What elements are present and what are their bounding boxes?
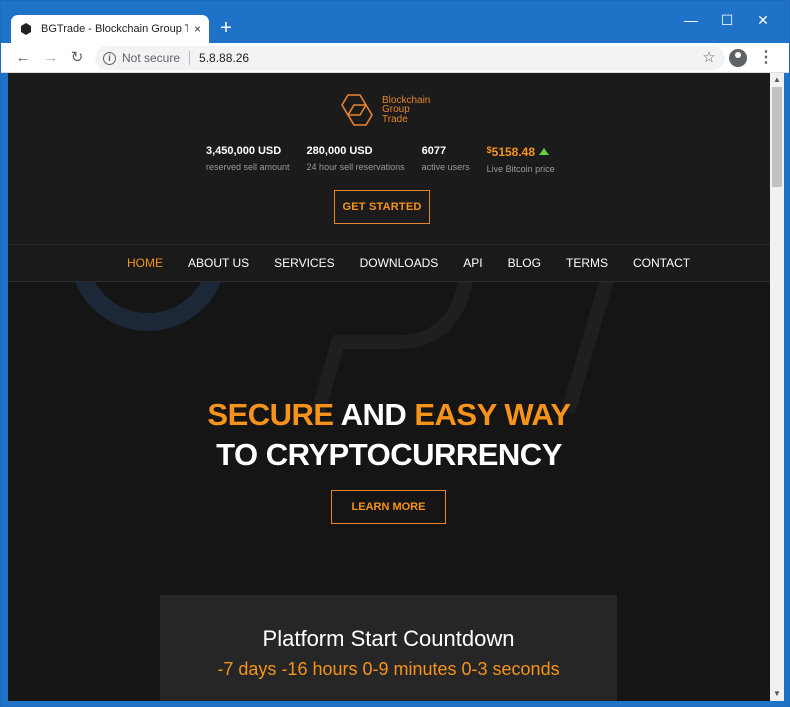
address-separator [189, 51, 191, 65]
hero-headline-line1: SECURE AND EASY WAY [8, 397, 770, 433]
new-tab-button[interactable]: + [215, 16, 237, 40]
stat-label: Live Bitcoin price [486, 164, 555, 174]
security-label: Not secure [122, 51, 181, 65]
scroll-down-icon[interactable]: ▼ [770, 687, 784, 701]
stat-value: 6077 [421, 145, 447, 157]
stat-value: 3,450,000 USD [206, 145, 282, 157]
browser-window: BGTrade - Blockchain Group Trad × + — ☐ … [0, 0, 790, 707]
nav-item-contact[interactable]: CONTACT [633, 256, 690, 270]
stat-users: 6077 active users [422, 145, 470, 174]
tab-close-icon[interactable]: × [194, 22, 201, 36]
nav-item-terms[interactable]: TERMS [566, 256, 608, 270]
profile-avatar-icon[interactable] [729, 49, 747, 67]
countdown-panel: Platform Start Countdown -7 days -16 hou… [160, 595, 617, 701]
nav-item-about-us[interactable]: ABOUT US [188, 256, 249, 270]
maximize-button[interactable]: ☐ [710, 9, 744, 31]
stat-label: reserved sell amount [206, 162, 290, 172]
page-viewport: Blockchain Group Trade 3,450,000 USD res… [8, 73, 770, 701]
countdown-title: Platform Start Countdown [262, 626, 515, 651]
browser-menu-icon[interactable]: ⋮ [757, 46, 775, 70]
scrollbar-thumb[interactable] [772, 87, 782, 187]
minimize-button[interactable]: — [674, 9, 708, 31]
page-scrollbar[interactable]: ▲ ▼ [770, 73, 784, 701]
favicon-icon [19, 23, 33, 35]
nav-item-services[interactable]: SERVICES [274, 256, 334, 270]
stat-24h: 280,000 USD 24 hour sell reservations [307, 145, 405, 174]
nav-item-api[interactable]: API [463, 256, 482, 270]
bitcoin-price: $5158.48 [487, 145, 555, 159]
logo-line: Trade [382, 113, 408, 125]
logo-text: Blockchain Group Trade [382, 96, 430, 125]
headline-and: AND [340, 397, 407, 432]
address-bar[interactable]: i Not secure 5.8.88.26 [95, 46, 725, 70]
stats-bar: 3,450,000 USD reserved sell amount 280,0… [206, 145, 572, 174]
tab-strip: BGTrade - Blockchain Group Trad × + — ☐ … [1, 1, 789, 43]
get-started-button[interactable]: GET STARTED [334, 190, 430, 224]
stat-bitcoin: $5158.48 Live Bitcoin price [487, 145, 555, 174]
stat-reserved: 3,450,000 USD reserved sell amount [206, 145, 290, 174]
stat-label: active users [421, 162, 470, 172]
browser-toolbar: ← → ↻ i Not secure 5.8.88.26 ☆ ⋮ [1, 43, 789, 73]
hero-section: SECURE AND EASY WAY TO CRYPTOCURRENCY LE… [8, 282, 770, 701]
stat-value: 280,000 USD [306, 145, 373, 157]
scroll-up-icon[interactable]: ▲ [770, 73, 784, 87]
close-window-button[interactable]: ✕ [746, 9, 780, 31]
countdown-value: -7 days -16 hours 0-9 minutes 0-3 second… [217, 659, 560, 679]
forward-button[interactable]: → [39, 46, 63, 70]
hero-headline-line2: TO CRYPTOCURRENCY [216, 437, 562, 472]
main-nav: HOME ABOUT US SERVICES DOWNLOADS API BLO… [8, 244, 770, 282]
reload-button[interactable]: ↻ [65, 46, 89, 70]
headline-easy-way: EASY WAY [414, 397, 571, 432]
info-icon[interactable]: i [103, 51, 116, 65]
bookmark-star-icon[interactable]: ☆ [697, 46, 721, 70]
nav-item-downloads[interactable]: DOWNLOADS [360, 256, 439, 270]
hexagon-logo-icon [341, 94, 373, 126]
nav-item-blog[interactable]: BLOG [508, 256, 541, 270]
site-logo[interactable]: Blockchain Group Trade [338, 93, 430, 127]
back-button[interactable]: ← [11, 46, 35, 70]
tab-title: BGTrade - Blockchain Group Trad [41, 23, 188, 35]
learn-more-button[interactable]: LEARN MORE [331, 490, 446, 524]
browser-tab[interactable]: BGTrade - Blockchain Group Trad × [11, 15, 209, 43]
stat-label: 24 hour sell reservations [306, 162, 405, 172]
price-up-arrow-icon [539, 148, 550, 155]
url-text[interactable]: 5.8.88.26 [199, 51, 249, 65]
nav-item-home[interactable]: HOME [127, 256, 163, 270]
headline-secure: SECURE [207, 397, 334, 432]
bitcoin-price-value: 5158.48 [491, 145, 536, 159]
